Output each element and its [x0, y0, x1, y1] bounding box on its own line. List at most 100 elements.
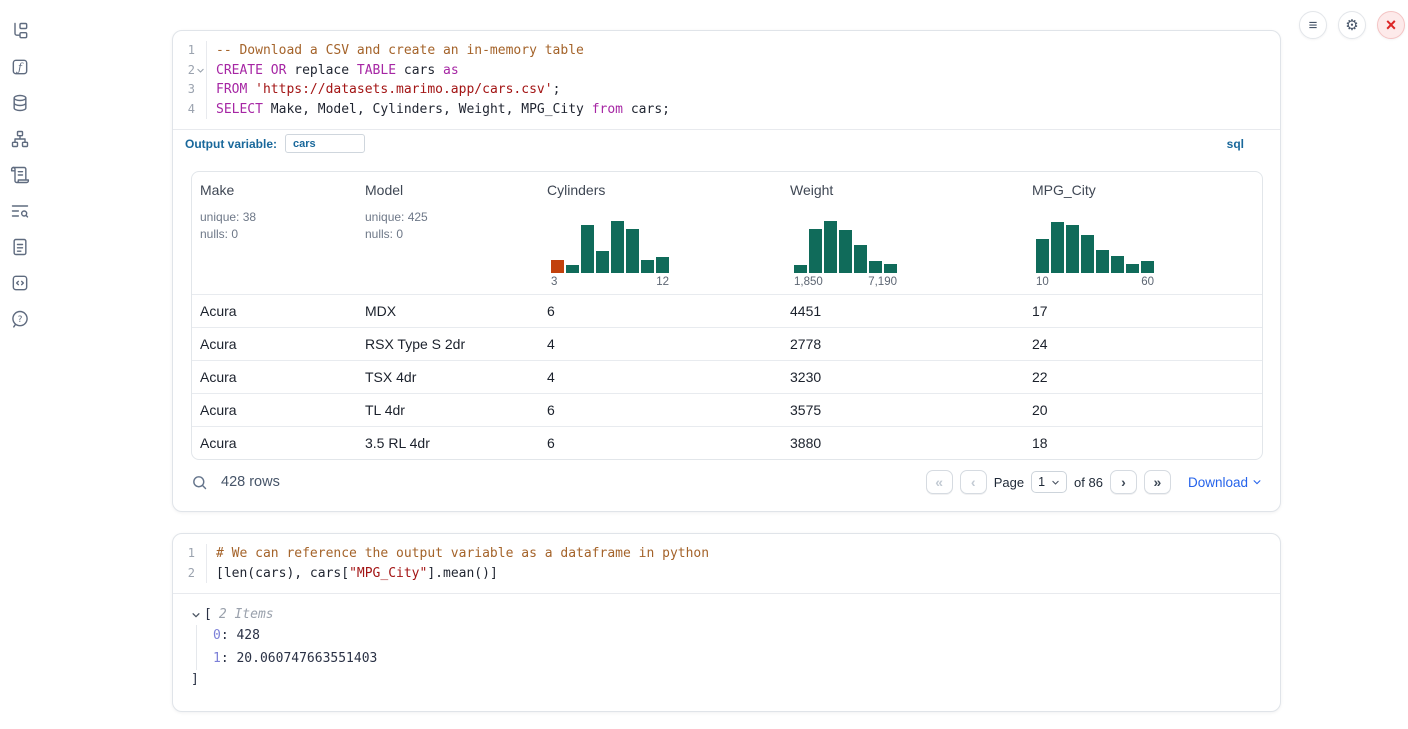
logs-icon[interactable]: [9, 200, 31, 222]
python-cell-card: 1# We can reference the output variable …: [172, 533, 1281, 712]
tree-entry-key: 0: [213, 628, 221, 643]
snippets-icon[interactable]: [9, 272, 31, 294]
histogram-bar[interactable]: [566, 265, 579, 273]
line-number-label: 2: [188, 61, 195, 81]
row-count: 428 rows: [221, 474, 280, 490]
table-cell: Acura: [192, 336, 357, 352]
fold-chevron-icon[interactable]: [195, 66, 206, 75]
column-header-mpg_city[interactable]: MPG_City: [1032, 182, 1254, 198]
histogram-bar[interactable]: [824, 221, 837, 273]
table-cell: 3880: [782, 435, 1024, 451]
datasources-icon[interactable]: [9, 92, 31, 114]
histogram-bar[interactable]: [1051, 222, 1064, 273]
line-number: 2: [173, 564, 207, 584]
python-code-editor[interactable]: 1# We can reference the output variable …: [173, 534, 1280, 594]
histogram-bar[interactable]: [884, 264, 897, 273]
histogram-bar[interactable]: [596, 251, 609, 273]
code-text: CREATE OR replace TABLE cars as: [207, 61, 459, 81]
token: ;: [553, 82, 561, 97]
code-text: FROM 'https://datasets.marimo.app/cars.c…: [207, 80, 560, 100]
output-variable-label: Output variable:: [185, 137, 277, 151]
chevron-down-icon: [1252, 477, 1262, 487]
column-header-cylinders[interactable]: Cylinders: [547, 182, 774, 198]
shutdown-button[interactable]: ×: [1377, 11, 1405, 39]
last-page-button[interactable]: »: [1144, 470, 1171, 494]
table-body: AcuraMDX6445117AcuraRSX Type S 2dr427782…: [192, 294, 1262, 459]
sql-code-editor[interactable]: 1 -- Download a CSV and create an in-memo…: [173, 31, 1280, 127]
histogram-range-labels: 1,8507,190: [794, 276, 897, 288]
menu-button[interactable]: ≡: [1299, 11, 1327, 39]
line-number-label: 1: [188, 41, 195, 61]
prev-page-button[interactable]: ‹: [960, 470, 987, 494]
table-cell: RSX Type S 2dr: [357, 336, 539, 352]
column-stats: unique: 425nulls: 0: [365, 209, 531, 242]
page-select-value: 1: [1038, 475, 1045, 489]
variables-icon[interactable]: ƒ: [9, 56, 31, 78]
output-variable-input[interactable]: [285, 134, 365, 153]
line-number-label: 2: [188, 564, 195, 584]
histogram-bar[interactable]: [854, 245, 867, 273]
column-header-model[interactable]: Model: [365, 182, 531, 198]
search-icon[interactable]: [191, 474, 208, 491]
histogram-bar[interactable]: [1141, 261, 1154, 273]
table-cell: Acura: [192, 402, 357, 418]
menu-icon: ≡: [1309, 17, 1318, 34]
histogram-bar[interactable]: [1126, 264, 1139, 273]
help-icon[interactable]: ?: [9, 308, 31, 330]
column-stat: nulls: 0: [365, 226, 531, 243]
histogram-bar[interactable]: [1036, 239, 1049, 273]
table-column-header: Model unique: 425nulls: 0: [357, 172, 539, 294]
collapse-caret-icon[interactable]: [191, 610, 204, 620]
column-histogram: 1060: [1036, 220, 1254, 288]
token: [len(cars), cars[: [216, 566, 349, 581]
tree-entry-key: 1: [213, 651, 221, 666]
table-cell: 6: [539, 402, 782, 418]
token: -- Download a CSV and create an in-memor…: [216, 43, 584, 58]
histogram-bar[interactable]: [809, 229, 822, 273]
histogram-bar[interactable]: [794, 265, 807, 273]
histogram-bar[interactable]: [551, 260, 564, 273]
sidebar: ƒ?: [9, 20, 31, 330]
column-header-weight[interactable]: Weight: [790, 182, 1016, 198]
histogram-bar[interactable]: [1081, 235, 1094, 273]
column-header-make[interactable]: Make: [200, 182, 349, 198]
next-page-button[interactable]: ›: [1110, 470, 1137, 494]
token: TABLE: [357, 63, 396, 78]
token: as: [443, 63, 459, 78]
histogram-bar[interactable]: [581, 225, 594, 273]
table-row: AcuraRSX Type S 2dr4277824: [192, 327, 1262, 360]
histogram-bar[interactable]: [869, 261, 882, 273]
histogram-bar[interactable]: [1066, 225, 1079, 273]
histogram-bar[interactable]: [641, 260, 654, 273]
histogram-bars: [1036, 220, 1254, 273]
close-bracket: ]: [191, 672, 1262, 687]
table-cell: TL 4dr: [357, 402, 539, 418]
page-select[interactable]: 1: [1031, 471, 1067, 493]
file-tree-icon[interactable]: [9, 20, 31, 42]
first-page-button[interactable]: «: [926, 470, 953, 494]
histogram-bar[interactable]: [1096, 250, 1109, 273]
histogram-bars: [551, 220, 774, 273]
table-cell: 3575: [782, 402, 1024, 418]
token: cars: [396, 63, 443, 78]
token: OR: [271, 63, 287, 78]
items-count-label: 2 Items: [219, 607, 274, 622]
table-cell: Acura: [192, 369, 357, 385]
line-number: 3: [173, 80, 207, 100]
download-button[interactable]: Download: [1188, 475, 1262, 490]
table-cell: TSX 4dr: [357, 369, 539, 385]
histogram-bar[interactable]: [1111, 256, 1124, 273]
histogram-bar[interactable]: [839, 230, 852, 273]
documentation-icon[interactable]: [9, 236, 31, 258]
token: cars;: [623, 102, 670, 117]
histogram-bar[interactable]: [611, 221, 624, 273]
line-number-label: 1: [188, 544, 195, 564]
settings-button[interactable]: ⚙: [1338, 11, 1366, 39]
column-stat: unique: 38: [200, 209, 349, 226]
histogram-bar[interactable]: [626, 229, 639, 273]
histogram-bar[interactable]: [656, 257, 669, 273]
table-footer: 428 rows « ‹ Page 1 of 86 › » Download: [191, 467, 1262, 497]
dependencies-icon[interactable]: [9, 128, 31, 150]
scratchpad-icon[interactable]: [9, 164, 31, 186]
code-line: 3FROM 'https://datasets.marimo.app/cars.…: [173, 80, 1280, 100]
